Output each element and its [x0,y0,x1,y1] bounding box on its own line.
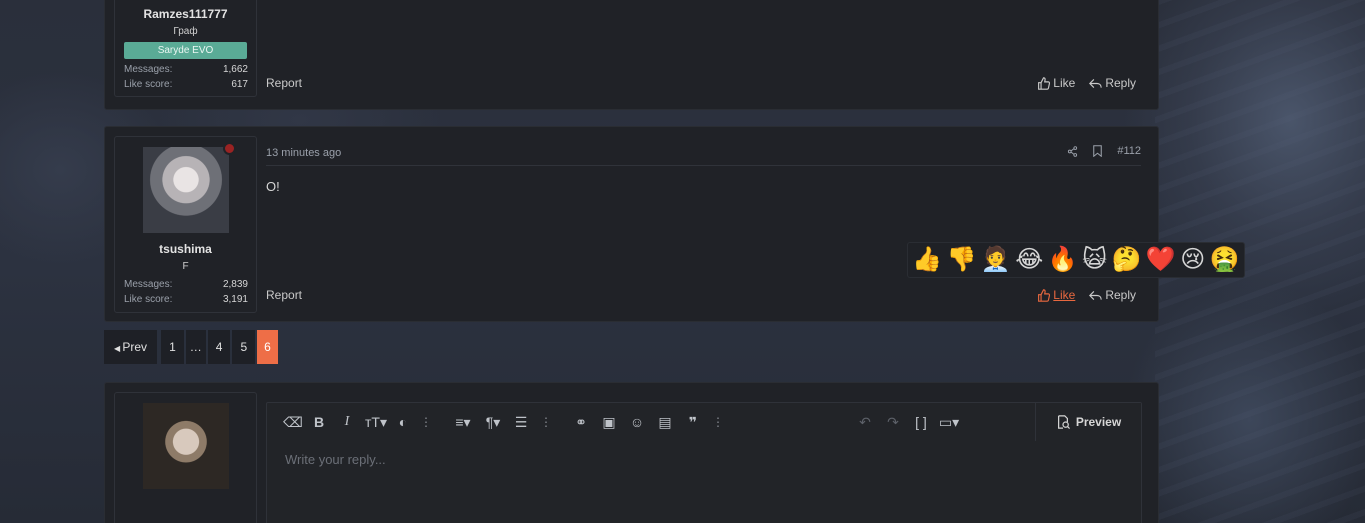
reactions-popup: 👍 👎 🧑‍💼 😂 🔥 🙀 🤔 ❤️ 😢 🤮 [907,242,1245,278]
share-icon[interactable] [1067,145,1078,157]
stat-label: Messages: [124,279,173,290]
bookmark-icon[interactable] [1092,145,1103,157]
reaction-scared-cat[interactable]: 🙀 [1082,248,1107,272]
bbcode-icon[interactable]: [ ] [907,403,935,441]
reply-button[interactable]: Reply [1089,288,1136,302]
like-label: Like [1053,76,1076,90]
stat-messages: Messages: 2,839 [124,279,248,290]
stat-like-score: Like score: 617 [124,79,248,90]
post-ramzes: Ramzes111777 Граф Saryde EVO Messages: 1… [104,0,1159,110]
reply-input[interactable]: Write your reply... [285,452,386,467]
reply-icon [1089,78,1103,88]
redo-icon[interactable]: ↷ [879,403,907,441]
stat-like-score: Like score: 3,191 [124,294,248,305]
like-label: Like [1053,288,1076,302]
editor-toolbar: ⌫ B I тT▾ ◐ ⋮ ≡▾ ¶▾ ☰ ⋮ ⚭ ▣ ☺ ▤ ❞ ⋮ ↶ ↷ … [267,403,1141,441]
page-link[interactable]: 4 [207,330,231,364]
stat-messages: Messages: 1,662 [124,64,248,75]
align-icon[interactable]: ≡▾ [447,403,479,441]
quote-icon[interactable]: ❞ [679,403,707,441]
user-cell: tsushima F Messages: 2,839 Like score: 3… [114,136,257,313]
reply-icon [1089,290,1103,300]
username[interactable]: tsushima [115,242,256,256]
reply-label: Reply [1105,76,1136,90]
bold-icon[interactable]: B [305,403,333,441]
like-button[interactable]: Like [1037,76,1075,90]
user-cell: Ramzes111777 Граф Saryde EVO Messages: 1… [114,0,257,97]
reply-button[interactable]: Reply [1089,76,1136,90]
page-link[interactable]: 1 [161,330,184,364]
like-button[interactable]: Like [1037,288,1075,302]
pagination: ◀ Prev 1 … 4 5 6 [104,330,278,364]
reply-label: Reply [1105,288,1136,302]
username[interactable]: Ramzes111777 [115,7,256,21]
user-banner: Saryde EVO [124,42,247,59]
stat-label: Like score: [124,79,173,90]
user-title: Граф [173,26,198,37]
current-page[interactable]: 6 [257,330,278,364]
eraser-icon[interactable]: ⌫ [281,403,305,441]
stat-value: 3,191 [222,294,248,305]
smiley-icon[interactable]: ☺ [623,403,651,441]
more-icon[interactable]: ⋮ [535,403,557,441]
post-actions: Like Reply [1037,288,1136,302]
reaction-fire[interactable]: 🔥 [1048,248,1078,272]
preview-label: Preview [1075,415,1122,429]
list-icon[interactable]: ☰ [507,403,535,441]
post-meta-actions: #112 [1067,145,1141,157]
reply-box: ⌫ B I тT▾ ◐ ⋮ ≡▾ ¶▾ ☰ ⋮ ⚭ ▣ ☺ ▤ ❞ ⋮ ↶ ↷ … [104,382,1159,523]
paragraph-icon[interactable]: ¶▾ [479,403,507,441]
media-icon[interactable]: ▤ [651,403,679,441]
drafts-icon[interactable]: ▭▾ [935,403,963,441]
user-cell [114,392,257,523]
more-icon[interactable]: ⋮ [415,403,437,441]
preview-icon [1057,415,1070,429]
reaction-dislike[interactable]: 👎 [947,248,977,272]
undo-icon[interactable]: ↶ [851,403,879,441]
reaction-laugh[interactable]: 😂 [1015,248,1043,272]
thumbs-up-icon [1038,76,1051,90]
reaction-like[interactable]: 👍 [912,248,942,272]
more-icon[interactable]: ⋮ [707,403,729,441]
stat-value: 1,662 [222,64,248,75]
user-title: F [182,261,189,272]
page-link[interactable]: 5 [232,330,256,364]
rich-text-editor: ⌫ B I тT▾ ◐ ⋮ ≡▾ ¶▾ ☰ ⋮ ⚭ ▣ ☺ ▤ ❞ ⋮ ↶ ↷ … [266,402,1142,523]
message-body: O! [266,179,280,194]
post-actions: Like Reply [1037,76,1136,90]
stat-label: Like score: [124,294,173,305]
stat-value: 617 [231,79,248,90]
avatar[interactable] [143,147,229,233]
online-status-icon [223,142,236,155]
prev-page-button[interactable]: ◀ Prev [104,330,158,364]
current-user-avatar[interactable] [143,403,229,489]
reaction-thinking[interactable]: 🤔 [1112,248,1142,272]
preview-button[interactable]: Preview [1035,403,1141,441]
post-timestamp[interactable]: 13 minutes ago [266,147,341,159]
post-number[interactable]: #112 [1117,145,1141,157]
thumbs-up-icon [1038,288,1051,302]
reaction-worker[interactable]: 🧑‍💼 [981,248,1011,272]
stat-value: 2,839 [222,279,248,290]
page-ellipsis[interactable]: … [185,330,206,364]
post-tsushima: tsushima F Messages: 2,839 Like score: 3… [104,126,1159,322]
report-link[interactable]: Report [266,76,302,90]
text-size-icon[interactable]: тT▾ [361,403,391,441]
italic-icon[interactable]: I [333,403,361,441]
report-link[interactable]: Report [266,288,302,302]
prev-label: Prev [122,340,148,354]
reaction-sad[interactable]: 😢 [1180,248,1205,272]
link-icon[interactable]: ⚭ [567,403,595,441]
palette-icon[interactable]: ◐ [391,403,415,441]
reaction-heart[interactable]: ❤️ [1146,248,1176,272]
reaction-vomit[interactable]: 🤮 [1210,248,1240,272]
stat-label: Messages: [124,64,173,75]
divider [266,165,1141,166]
image-icon[interactable]: ▣ [595,403,623,441]
